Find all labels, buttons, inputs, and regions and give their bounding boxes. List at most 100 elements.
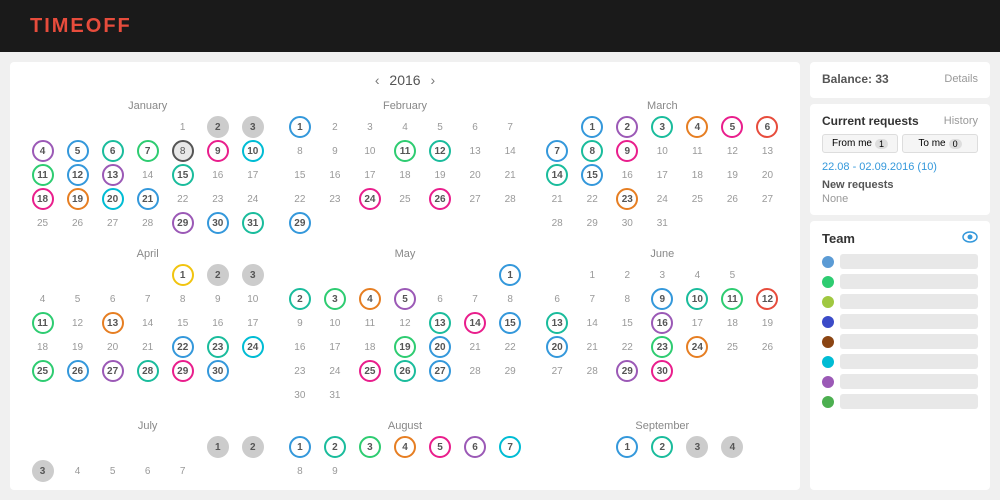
- member-color-dot: [822, 276, 834, 288]
- day-cell: [242, 460, 264, 482]
- day-cell: 23: [289, 360, 311, 382]
- day-cell: 12: [67, 164, 89, 186]
- day-cell: 20: [756, 164, 778, 186]
- app-logo: TIMEOFF: [30, 15, 132, 38]
- day-cell: 23: [651, 336, 673, 358]
- day-cell: 30: [207, 360, 229, 382]
- day-cell: 22: [499, 336, 521, 358]
- day-cell: 1: [172, 116, 194, 138]
- day-cell: 28: [546, 212, 568, 234]
- day-cell: 1: [172, 264, 194, 286]
- member-name: [840, 354, 978, 369]
- day-cell: 27: [756, 188, 778, 210]
- day-cell: 21: [546, 188, 568, 210]
- day-cell: 23: [207, 336, 229, 358]
- day-cell: 20: [102, 188, 124, 210]
- day-cell: 31: [242, 212, 264, 234]
- day-cell: [207, 460, 229, 482]
- balance-card: Balance: 33 Details: [810, 62, 990, 98]
- day-cell: 13: [546, 312, 568, 334]
- day-cell: 12: [429, 140, 451, 162]
- day-cell: 16: [324, 164, 346, 186]
- day-cell: 10: [651, 140, 673, 162]
- day-cell: 3: [359, 116, 381, 138]
- month-july-label: July: [25, 420, 270, 432]
- team-member: [822, 354, 978, 369]
- day-cell: 8: [616, 288, 638, 310]
- day-cell: 22: [616, 336, 638, 358]
- day-cell: 4: [359, 288, 381, 310]
- eye-icon[interactable]: [962, 231, 978, 246]
- day-cell: 24: [686, 336, 708, 358]
- month-march-label: March: [540, 100, 785, 112]
- member-name: [840, 254, 978, 269]
- next-year-button[interactable]: ›: [424, 72, 441, 88]
- member-color-dot: [822, 296, 834, 308]
- day-cell: 16: [207, 312, 229, 334]
- day-cell: 23: [616, 188, 638, 210]
- day-cell: 6: [464, 116, 486, 138]
- day-cell: 31: [324, 384, 346, 406]
- details-button[interactable]: Details: [944, 73, 978, 85]
- team-member: [822, 374, 978, 389]
- day-cell: 1: [289, 116, 311, 138]
- day-cell: 19: [67, 336, 89, 358]
- day-cell: 1: [499, 264, 521, 286]
- day-cell: 16: [289, 336, 311, 358]
- day-cell: 8: [499, 288, 521, 310]
- day-cell: 9: [324, 140, 346, 162]
- day-cell: 9: [289, 312, 311, 334]
- day-cell: 21: [137, 188, 159, 210]
- day-cell: 5: [429, 116, 451, 138]
- day-cell: 15: [172, 164, 194, 186]
- prev-year-button[interactable]: ‹: [369, 72, 386, 88]
- from-me-badge: 1: [875, 139, 888, 149]
- day-cell: 9: [651, 288, 673, 310]
- day-cell: 23: [207, 188, 229, 210]
- day-cell: 12: [67, 312, 89, 334]
- day-cell: 5: [67, 288, 89, 310]
- new-requests-label: New requests: [822, 179, 978, 191]
- day-cell: 1: [207, 436, 229, 458]
- day-cell: 14: [464, 312, 486, 334]
- day-cell: 30: [616, 212, 638, 234]
- date-range-link[interactable]: 22.08 - 02.09.2016 (10): [822, 161, 978, 173]
- day-cell: 5: [721, 264, 743, 286]
- day-cell: 18: [32, 188, 54, 210]
- month-may-label: May: [282, 248, 527, 260]
- day-cell: 18: [32, 336, 54, 358]
- balance-label: Balance: 33: [822, 72, 889, 86]
- day-cell: 15: [581, 164, 603, 186]
- member-name: [840, 334, 978, 349]
- team-title: Team: [822, 231, 855, 246]
- day-cell: 18: [359, 336, 381, 358]
- team-member: [822, 334, 978, 349]
- day-cell: 27: [102, 212, 124, 234]
- day-cell: 20: [546, 336, 568, 358]
- day-cell: 24: [324, 360, 346, 382]
- day-cell: 23: [324, 188, 346, 210]
- day-cell: 29: [499, 360, 521, 382]
- day-cell: 8: [289, 460, 311, 482]
- month-january-label: January: [25, 100, 270, 112]
- to-me-tab[interactable]: To me 0: [902, 134, 978, 153]
- day-cell: 6: [429, 288, 451, 310]
- from-me-tab[interactable]: From me 1: [822, 134, 898, 153]
- main-container: ‹ 2016 › January 1 2 3 4: [0, 52, 1000, 500]
- day-cell: 3: [242, 264, 264, 286]
- day-cell: 29: [172, 360, 194, 382]
- day-cell: 6: [102, 288, 124, 310]
- day-cell: 5: [102, 460, 124, 482]
- day-cell: 11: [32, 312, 54, 334]
- day-cell: 25: [32, 212, 54, 234]
- day-cell: 2: [324, 436, 346, 458]
- day-cell: 19: [67, 188, 89, 210]
- day-cell: 10: [242, 140, 264, 162]
- history-button[interactable]: History: [944, 115, 978, 127]
- current-requests-card: Current requests History From me 1 To me…: [810, 104, 990, 215]
- team-member: [822, 294, 978, 309]
- day-cell: 16: [651, 312, 673, 334]
- day-cell: 18: [686, 164, 708, 186]
- day-cell: 21: [499, 164, 521, 186]
- day-cell: 9: [616, 140, 638, 162]
